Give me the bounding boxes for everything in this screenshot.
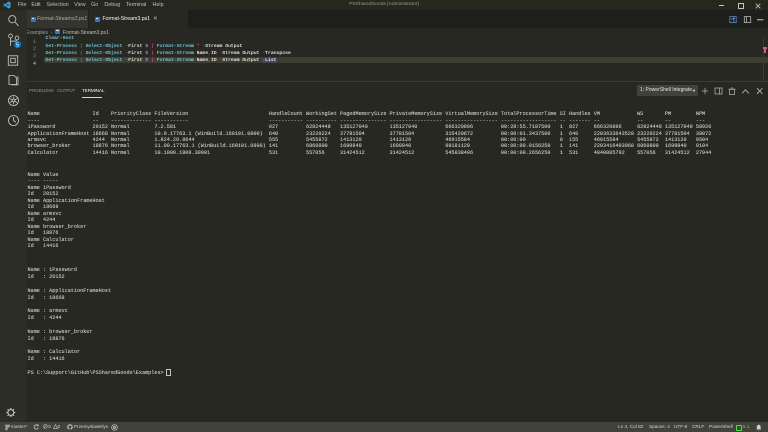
svg-text:5: 5 (16, 43, 19, 49)
